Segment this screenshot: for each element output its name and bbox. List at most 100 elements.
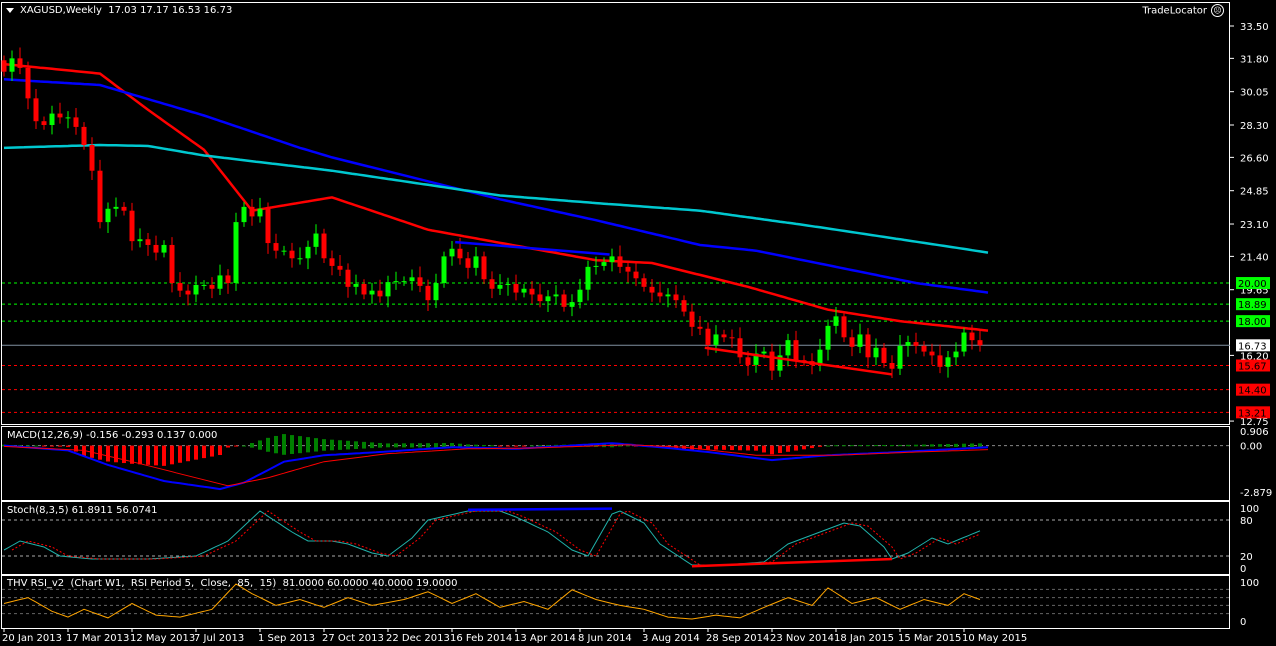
bear-candle [721,334,727,338]
rsi-line [3,583,981,620]
bull-candle [497,284,503,289]
macd-histogram-bar [786,445,790,452]
macd-histogram-bar [714,445,718,450]
macd-histogram-bar [58,445,62,447]
macd-histogram-bar [74,445,78,452]
macd-histogram-bar [290,435,294,454]
bull-candle [585,266,591,290]
level-price-label: 18.89 [1238,300,1267,311]
macd-histogram-bar [330,439,334,451]
bear-candle [465,258,471,268]
stoch-trendline [467,507,613,512]
bear-candle [681,300,687,312]
macd-histogram-bar [170,445,174,465]
macd-histogram-bar [66,445,70,448]
bear-candle [889,363,895,369]
bull-candle [241,206,247,223]
chart-header: XAGUSD,Weekly 17.03 17.17 16.53 16.73 [6,5,232,16]
bull-candle [961,332,967,352]
bear-candle [225,275,231,284]
bear-candle [641,278,647,287]
y-tick-label: 31.80 [1240,54,1269,65]
bull-candle [137,239,143,242]
macd-histogram-bar [162,445,166,466]
bull-candle [161,244,167,253]
macd-histogram-bar [274,435,278,454]
macd-histogram-bar [938,444,942,447]
rsi-tick-label: 100 [1240,578,1259,589]
bear-candle [729,337,735,339]
bear-candle [793,340,799,361]
ohlc-readout: 17.03 17.17 16.53 16.73 [108,5,233,16]
x-tick-label: 18 Jan 2015 [834,633,894,644]
chart-canvas: 33.50 31.80 30.05 28.30 26.60 24.85 23.10 21.40… [1,2,1272,644]
bull-candle [217,275,223,289]
rsi-label: THV RSI_v2 (Chart W1, RSI Period 5, Clos… [7,578,458,589]
x-tick-label: 22 Dec 2013 [386,633,450,644]
bear-candle [617,256,623,267]
y-tick-label: 26.60 [1240,153,1269,164]
macd-histogram-bar [298,436,302,454]
macd-histogram-bar [962,443,966,448]
macd-histogram-bar [226,445,230,448]
x-tick-label: 27 Oct 2013 [322,633,384,644]
bull-candle [945,357,951,367]
bear-candle [921,345,927,352]
macd-histogram-bar [850,445,854,447]
symbol-label: XAGUSD,Weekly [20,5,102,16]
macd-histogram-bar [194,445,198,460]
bull-candle [409,277,415,282]
bear-candle [937,355,943,367]
macd-histogram-bar [282,434,286,455]
bear-candle [121,206,127,211]
bear-candle [273,243,279,251]
macd-histogram-bar [306,437,310,453]
bear-candle [849,337,855,347]
level-price-label: 14.40 [1238,386,1267,397]
bull-candle [505,283,511,285]
bear-candle [673,294,679,301]
x-tick-label: 13 Apr 2014 [514,633,576,644]
bull-candle [353,283,359,287]
bull-candle [193,284,199,295]
x-tick-label: 16 Feb 2014 [450,633,512,644]
macd-histogram-bar [730,445,734,451]
macd-histogram-bar [402,443,406,448]
macd-histogram-bar [810,445,814,449]
dropdown-triangle-icon[interactable] [6,7,14,13]
bear-candle [73,117,79,127]
macd-histogram-bar [346,440,350,450]
macd-tick-label: 0.00 [1240,442,1262,453]
bear-candle [977,340,983,346]
bull-candle [473,256,479,268]
stoch-tick-label: 20 [1240,552,1253,563]
macd-histogram-bar [210,445,214,457]
bull-candle [521,288,527,293]
macd-histogram-bar [946,444,950,447]
bull-candle [857,334,863,347]
macd-histogram-bar [434,443,438,448]
stoch-main-line [3,510,981,566]
macd-histogram-bar [842,445,846,447]
bull-candle [569,302,575,307]
macd-histogram-bar [530,445,534,447]
bear-candle [33,98,39,122]
bear-candle [145,239,151,245]
macd-histogram-bar [466,444,470,447]
tradelocator-badge[interactable]: TradeLocator ☹ [1142,4,1224,17]
macd-histogram-bar [890,444,894,447]
bull-candle [105,208,111,223]
macd-histogram-bar [722,445,726,450]
bull-candle [401,281,407,283]
bull-candle [385,282,391,297]
bear-candle [913,342,919,346]
bull-candle [665,294,671,297]
macd-histogram-bar [874,445,878,447]
macd-histogram-bar [506,445,510,447]
bull-candle [305,246,311,259]
resistance-trendline [455,240,610,256]
bear-candle [25,67,31,99]
macd-histogram-bar [234,445,238,447]
macd-histogram-bar [866,445,870,447]
macd-histogram-bar [754,445,758,451]
